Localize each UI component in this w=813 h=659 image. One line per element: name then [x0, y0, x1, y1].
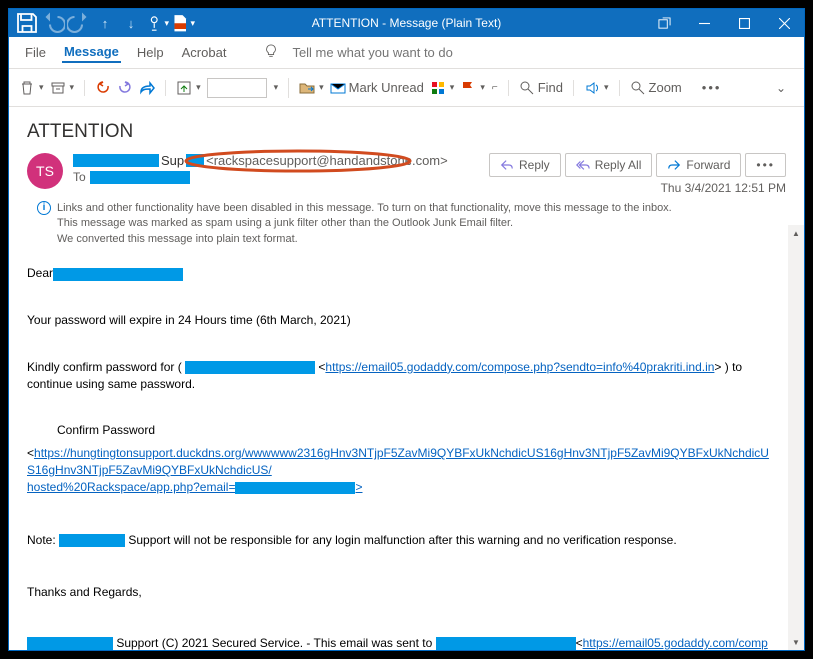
- body-link-1[interactable]: https://email05.godaddy.com/compose.php?…: [325, 360, 714, 374]
- reply-all-button[interactable]: Reply All: [565, 153, 653, 177]
- redo2-button[interactable]: [117, 80, 133, 96]
- more-actions-button[interactable]: •••: [745, 153, 786, 177]
- more-button[interactable]: •••: [702, 80, 722, 95]
- archive-button[interactable]: ▾: [50, 80, 75, 96]
- body-thanks: Thanks and Regards,: [27, 584, 770, 601]
- share-button[interactable]: ▾: [176, 80, 201, 96]
- pdf-icon[interactable]: ▾: [171, 11, 195, 35]
- maximize-button[interactable]: [724, 9, 764, 37]
- collapse-ribbon-icon[interactable]: ⌄: [776, 81, 794, 95]
- redacted-name: [53, 268, 183, 281]
- menu-bar: File Message Help Acrobat: [9, 37, 804, 69]
- forward-button[interactable]: Forward: [656, 153, 741, 177]
- from-text-frag: Sup: [161, 153, 184, 168]
- info-banner: i Links and other functionality have bee…: [27, 201, 786, 247]
- menu-message[interactable]: Message: [62, 42, 121, 63]
- read-aloud-button[interactable]: ▾: [584, 80, 609, 96]
- highlight-ellipse: [183, 149, 413, 173]
- scroll-down-icon[interactable]: ▼: [788, 634, 804, 650]
- minimize-button[interactable]: [684, 9, 724, 37]
- title-bar: ↑ ↓ ▾ ▾ ATTENTION - Message (Plain Text): [9, 9, 804, 37]
- lightbulb-icon: [264, 44, 278, 61]
- categorize-button[interactable]: ▾: [430, 80, 455, 96]
- up-arrow-icon[interactable]: ↑: [93, 11, 117, 35]
- reply-button[interactable]: Reply: [489, 153, 561, 177]
- body-footer: Support (C) 2021 Secured Service. - This…: [27, 635, 770, 650]
- redo-icon[interactable]: [67, 11, 91, 35]
- avatar: TS: [27, 153, 63, 189]
- banner-line-1: Links and other functionality have been …: [57, 201, 672, 216]
- undo-icon[interactable]: [41, 11, 65, 35]
- scroll-bar[interactable]: ▲ ▼: [788, 225, 804, 650]
- body-p1: Your password will expire in 24 Hours ti…: [27, 312, 770, 329]
- popout-button[interactable]: [644, 9, 684, 37]
- message-pane: ATTENTION TS Sup <rackspacesupport@handa…: [9, 107, 804, 650]
- body-biglink: <https://hungtingtonsupport.duckdns.org/…: [27, 445, 770, 495]
- mark-unread-button[interactable]: Mark Unread: [330, 80, 424, 96]
- outlook-message-window: ↑ ↓ ▾ ▾ ATTENTION - Message (Plain Text)…: [8, 8, 805, 651]
- touch-icon[interactable]: ▾: [145, 11, 169, 35]
- subject: ATTENTION: [27, 121, 786, 143]
- delete-button[interactable]: ▾: [19, 80, 44, 96]
- save-icon[interactable]: [15, 11, 39, 35]
- body-note: Note: Support will not be responsible fo…: [27, 532, 770, 549]
- close-button[interactable]: [764, 9, 804, 37]
- scroll-up-icon[interactable]: ▲: [788, 225, 804, 241]
- menu-acrobat[interactable]: Acrobat: [180, 43, 229, 62]
- tell-me-input[interactable]: [292, 45, 492, 60]
- banner-line-3: We converted this message into plain tex…: [57, 232, 672, 247]
- forward-arrow-button[interactable]: [139, 80, 155, 96]
- tags-launcher[interactable]: ⌐: [492, 82, 498, 93]
- move-button[interactable]: ▾: [299, 80, 324, 96]
- redacted-to: [90, 171, 190, 184]
- info-icon: i: [37, 201, 51, 215]
- body-p2: Kindly confirm password for ( <https://e…: [27, 359, 770, 393]
- menu-file[interactable]: File: [23, 43, 48, 62]
- flag-button[interactable]: ▾: [460, 80, 485, 96]
- menu-help[interactable]: Help: [135, 43, 166, 62]
- down-arrow-icon[interactable]: ↓: [119, 11, 143, 35]
- confirm-label: Confirm Password: [27, 422, 770, 439]
- zoom-button[interactable]: Zoom: [630, 80, 682, 96]
- date-received: Thu 3/4/2021 12:51 PM: [661, 181, 786, 195]
- ribbon: ▾ ▾ ▾ ▾ ▾ Mark Unread ▾ ▾ ⌐ Find ▾ Zoom: [9, 69, 804, 107]
- undo2-button[interactable]: [95, 80, 111, 96]
- redacted-sender-name: [73, 154, 159, 167]
- quick-steps-dd[interactable]: ▾: [274, 82, 279, 93]
- quick-steps[interactable]: [207, 78, 267, 98]
- find-button[interactable]: Find: [519, 80, 563, 96]
- banner-line-2: This message was marked as spam using a …: [57, 216, 672, 231]
- message-body: Dear Your password will expire in 24 Hou…: [27, 265, 786, 650]
- quick-access-toolbar: ↑ ↓ ▾ ▾: [9, 11, 195, 35]
